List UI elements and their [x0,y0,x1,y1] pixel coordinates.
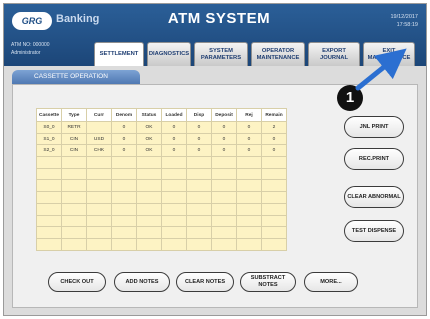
pointer-arrow-icon [355,48,407,91]
